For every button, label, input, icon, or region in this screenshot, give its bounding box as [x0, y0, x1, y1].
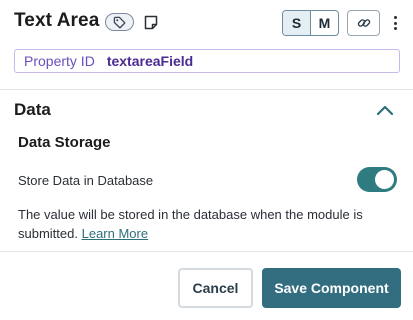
property-id-value: textareaField [106, 53, 194, 69]
cancel-button[interactable]: Cancel [178, 268, 253, 308]
component-header: Text Area S M [0, 0, 413, 46]
property-id-field[interactable]: Property ID textareaField [14, 49, 400, 73]
divider [0, 89, 413, 90]
chevron-up-icon[interactable] [376, 103, 394, 117]
tag-button[interactable] [105, 13, 134, 31]
link-icon [357, 19, 370, 27]
subsection-title-data-storage: Data Storage [18, 134, 111, 151]
size-toggle-group: S M [282, 10, 339, 36]
component-title: Text Area [14, 10, 100, 31]
tag-icon [113, 16, 126, 29]
store-data-label: Store Data in Database [18, 173, 154, 188]
save-component-button[interactable]: Save Component [262, 268, 401, 308]
size-option-small[interactable]: S [283, 11, 311, 35]
size-option-medium[interactable]: M [311, 11, 338, 35]
footer-divider [0, 251, 413, 252]
property-id-label: Property ID [24, 53, 95, 69]
learn-more-link[interactable]: Learn More [82, 226, 148, 241]
help-text-body: The value will be stored in the database… [18, 207, 363, 241]
more-vertical-icon[interactable] [388, 10, 402, 36]
link-button[interactable] [347, 10, 380, 36]
help-text: The value will be stored in the database… [18, 205, 388, 243]
note-icon [144, 15, 158, 29]
section-title-data[interactable]: Data [14, 100, 51, 120]
store-data-toggle[interactable] [357, 167, 397, 192]
note-button[interactable] [143, 13, 159, 31]
toggle-knob [375, 170, 394, 189]
